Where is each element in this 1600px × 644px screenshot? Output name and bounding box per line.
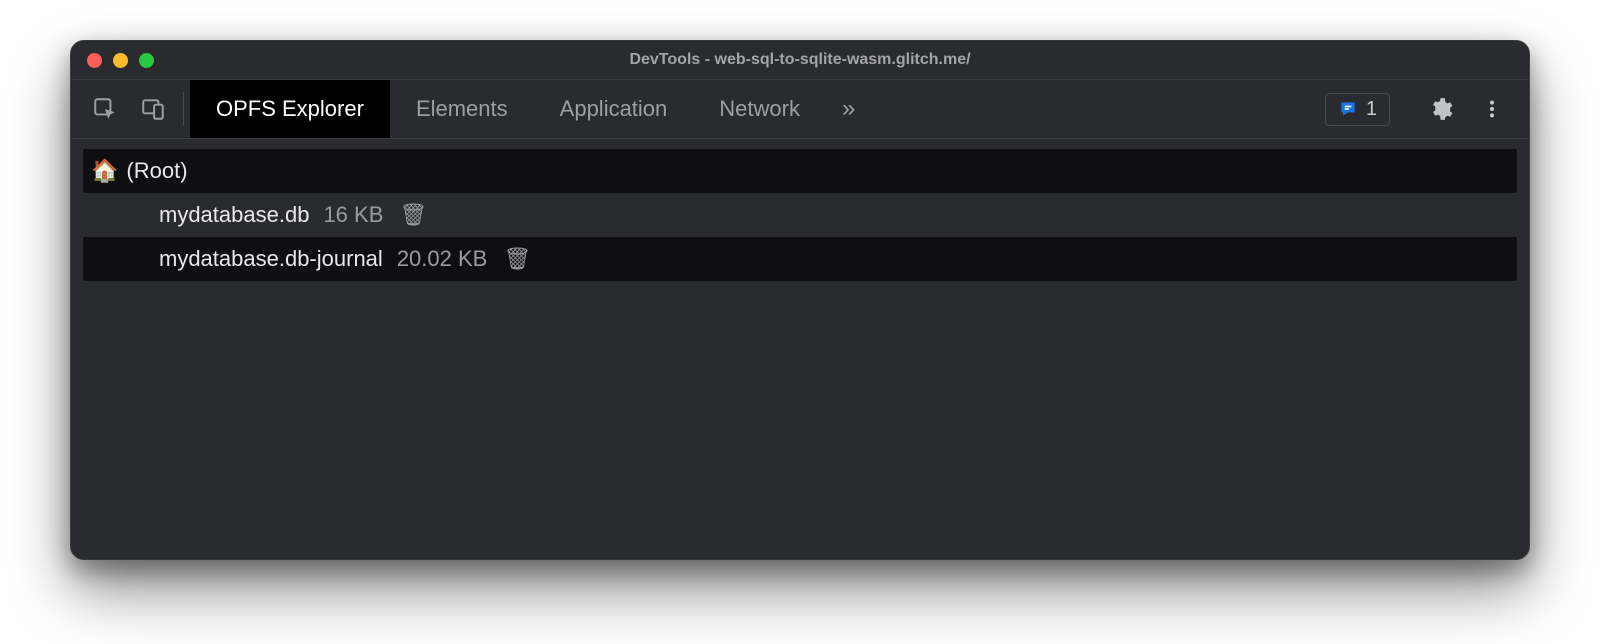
file-name: mydatabase.db-journal	[159, 246, 383, 272]
tab-elements[interactable]: Elements	[390, 80, 534, 138]
close-window-button[interactable]	[87, 53, 102, 68]
gear-icon	[1427, 96, 1453, 122]
window-titlebar: DevTools - web-sql-to-sqlite-wasm.glitch…	[71, 41, 1529, 79]
toolbar-separator	[183, 92, 184, 126]
minimize-window-button[interactable]	[113, 53, 128, 68]
root-directory-row[interactable]: 🏠 (Root)	[83, 149, 1517, 193]
issues-count: 1	[1366, 98, 1377, 121]
file-row[interactable]: mydatabase.db-journal 20.02 KB 🗑	[83, 237, 1517, 281]
tab-label: OPFS Explorer	[216, 96, 364, 122]
file-size: 20.02 KB	[397, 246, 488, 272]
maximize-window-button[interactable]	[139, 53, 154, 68]
toolbar-right: 1	[1325, 80, 1519, 138]
tab-opfs-explorer[interactable]: OPFS Explorer	[190, 80, 390, 138]
tab-application[interactable]: Application	[534, 80, 694, 138]
root-label: (Root)	[126, 158, 187, 184]
tab-label: Elements	[416, 96, 508, 122]
more-tabs-label: »	[842, 95, 855, 123]
device-toolbar-button[interactable]	[129, 80, 177, 138]
devtools-window: DevTools - web-sql-to-sqlite-wasm.glitch…	[70, 40, 1530, 560]
window-traffic-lights	[87, 53, 154, 68]
opfs-explorer-panel: 🏠 (Root) mydatabase.db 16 KB 🗑 mydatabas…	[71, 139, 1529, 559]
toolbar-spacer	[871, 80, 1325, 138]
issues-button[interactable]: 1	[1325, 93, 1390, 126]
kebab-icon	[1481, 98, 1503, 120]
trash-icon: 🗑	[503, 246, 531, 272]
issues-icon	[1338, 99, 1358, 119]
devtools-toolbar: OPFS Explorer Elements Application Netwo…	[71, 79, 1529, 139]
tab-label: Application	[560, 96, 668, 122]
more-tabs-button[interactable]: »	[826, 80, 871, 138]
file-row[interactable]: mydatabase.db 16 KB 🗑	[83, 193, 1517, 237]
tab-label: Network	[719, 96, 800, 122]
file-size: 16 KB	[323, 202, 383, 228]
devtools-tabs: OPFS Explorer Elements Application Netwo…	[190, 80, 871, 138]
file-name: mydatabase.db	[159, 202, 309, 228]
inspect-element-button[interactable]	[81, 80, 129, 138]
more-options-button[interactable]	[1471, 88, 1513, 130]
window-title: DevTools - web-sql-to-sqlite-wasm.glitch…	[71, 51, 1529, 69]
home-icon: 🏠	[91, 158, 118, 184]
tab-network[interactable]: Network	[693, 80, 826, 138]
settings-button[interactable]	[1419, 88, 1461, 130]
delete-file-button[interactable]: 🗑	[503, 246, 531, 272]
trash-icon: 🗑	[399, 202, 427, 228]
delete-file-button[interactable]: 🗑	[399, 202, 427, 228]
